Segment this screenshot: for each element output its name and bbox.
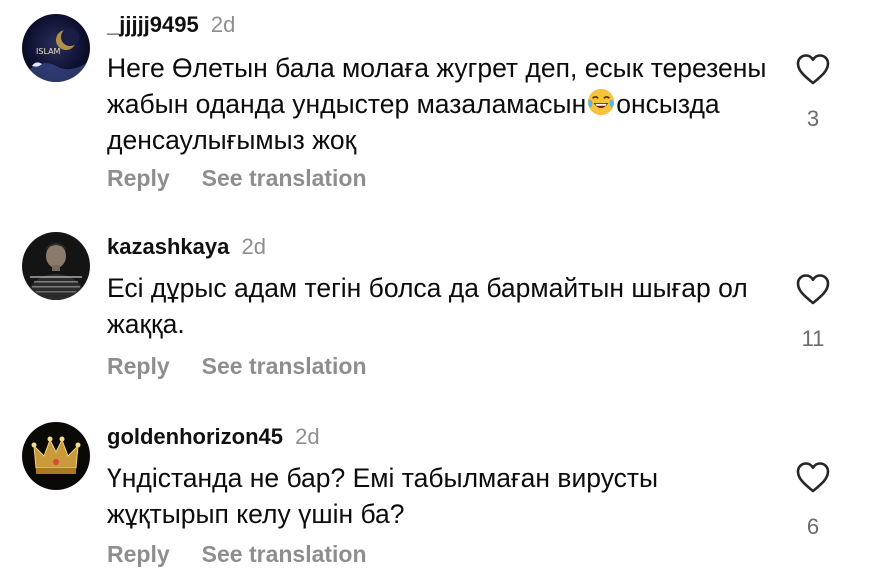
- comment-text: Үндістанда не бар? Емі табылмаған вируст…: [107, 463, 659, 529]
- like-count: 6: [806, 514, 820, 539]
- face-with-tears-of-joy-icon: [588, 88, 615, 116]
- comment-actions: Reply See translation: [107, 540, 367, 568]
- username[interactable]: goldenhorizon45: [107, 424, 283, 449]
- avatar[interactable]: [22, 232, 90, 300]
- comment-header: _jjjjj9495 2d: [107, 12, 235, 38]
- comment-item: ISLAM _jjjjj9495 2d Неге Өлетын бала мол…: [0, 0, 870, 200]
- comment-actions: Reply See translation: [107, 352, 367, 380]
- reply-button[interactable]: Reply: [107, 165, 170, 191]
- heart-icon[interactable]: [795, 272, 831, 306]
- comment-text: Есі дұрыс адам тегін болса да бармайтын …: [107, 273, 748, 339]
- reply-button[interactable]: Reply: [107, 353, 170, 379]
- heart-icon[interactable]: [795, 52, 831, 86]
- timestamp: 2d: [295, 424, 320, 449]
- heart-icon[interactable]: [795, 460, 831, 494]
- timestamp: 2d: [210, 12, 236, 37]
- like-count: 11: [801, 326, 825, 351]
- username[interactable]: kazashkaya: [107, 234, 229, 259]
- comment-header: goldenhorizon45 2d: [107, 424, 320, 450]
- comment-header: kazashkaya 2d: [107, 234, 266, 260]
- comment-item: kazashkaya 2d Есі дұрыс адам тегін болса…: [0, 200, 870, 390]
- see-translation-button[interactable]: See translation: [202, 353, 367, 379]
- comment-item: goldenhorizon45 2d Үндістанда не бар? Ем…: [0, 390, 870, 581]
- like-count: 3: [806, 106, 820, 131]
- comment-text: Неге Өлетын бала молаға жугрет деп, есык…: [107, 50, 767, 158]
- timestamp: 2d: [241, 234, 266, 259]
- reply-button[interactable]: Reply: [107, 541, 170, 567]
- avatar[interactable]: ISLAM: [22, 14, 90, 82]
- username[interactable]: _jjjjj9495: [107, 12, 199, 37]
- see-translation-button[interactable]: See translation: [202, 165, 367, 191]
- comment-actions: Reply See translation: [107, 164, 367, 192]
- avatar[interactable]: [22, 422, 90, 490]
- see-translation-button[interactable]: See translation: [202, 541, 367, 567]
- svg-text:ISLAM: ISLAM: [36, 47, 61, 56]
